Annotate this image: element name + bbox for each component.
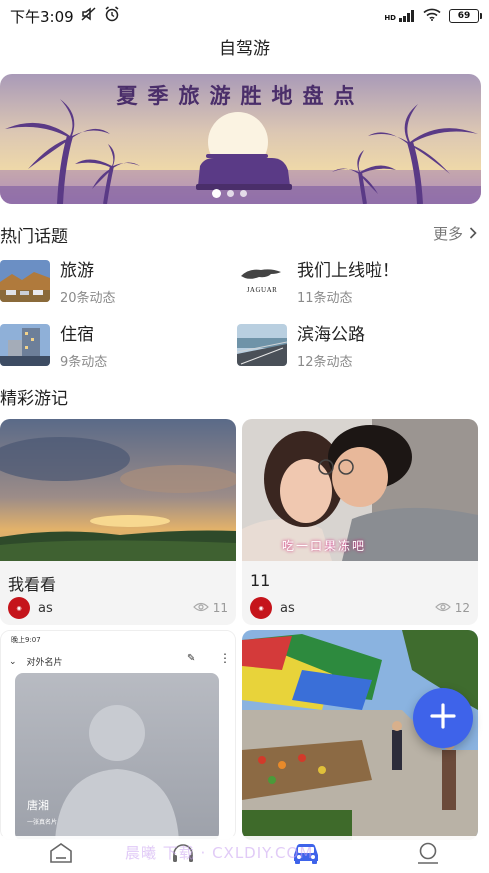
status-bar: 下午3:09 HD 69	[0, 0, 489, 32]
plus-icon	[428, 701, 458, 735]
carousel-dot[interactable]	[227, 190, 234, 197]
card-image-sunset	[0, 419, 236, 561]
jaguar-logo-text: JAGUAR	[246, 286, 278, 294]
image-caption: 吃一口果冻吧	[282, 539, 367, 553]
eye-icon	[434, 601, 451, 615]
signal-icon: HD	[384, 10, 415, 22]
banner-carousel[interactable]: 夏季旅游胜地盘点	[0, 74, 481, 204]
hot-topics-title: 热门话题	[0, 227, 68, 247]
eye-icon	[192, 601, 209, 615]
travelogue-card[interactable]: 晚上9:07 ⌄ 对外名片 ✎ ⋮ 唐湘 一张真名片	[0, 630, 236, 840]
travelogue-card[interactable]: 吃一口果冻吧 11 ◉ as 12	[242, 419, 478, 625]
topic-name: 我们上线啦！	[297, 261, 399, 281]
topic-count: 12条动态	[297, 355, 353, 370]
profile-icon	[415, 842, 441, 868]
topic-count: 20条动态	[60, 291, 116, 306]
card-title: 11	[250, 571, 271, 590]
profile-card: 唐湘 一张真名片	[15, 673, 219, 839]
more-label: 更多	[432, 225, 463, 243]
page-title: 自驾游	[219, 39, 270, 59]
chevron-right-icon	[469, 225, 477, 243]
topic-count: 11条动态	[297, 291, 353, 306]
mute-icon	[80, 6, 98, 26]
topic-thumbnail	[0, 324, 50, 366]
network-label: HD	[384, 14, 396, 22]
topic-name: 滨海公路	[297, 325, 365, 345]
chevron-down-icon: ⌄	[9, 656, 17, 667]
topic-item-launch[interactable]: JAGUAR 我们上线啦！ 11条动态	[237, 256, 399, 306]
topic-item-lodging[interactable]: 住宿 9条动态	[0, 320, 107, 370]
card-image-couple: 吃一口果冻吧	[242, 419, 478, 561]
avatar[interactable]: ◉	[250, 597, 272, 619]
travelogue-card[interactable]: 我看看 ◉ as 11	[0, 419, 236, 625]
view-count: 12	[434, 601, 470, 615]
nav-profile[interactable]	[367, 836, 489, 873]
topic-item-coastal-road[interactable]: 滨海公路 12条动态	[237, 320, 365, 370]
topic-thumbnail	[0, 260, 50, 302]
carousel-dot[interactable]	[240, 190, 247, 197]
topic-thumbnail	[237, 324, 287, 366]
profile-subtitle: 一张真名片	[27, 819, 58, 826]
topic-name: 住宿	[60, 325, 94, 345]
avatar[interactable]: ◉	[8, 597, 30, 619]
home-icon	[48, 842, 74, 868]
add-post-button[interactable]	[413, 688, 473, 748]
carousel-dot[interactable]	[212, 189, 221, 198]
banner-title: 夏季旅游胜地盘点	[116, 83, 365, 108]
nav-home[interactable]	[0, 836, 122, 873]
card-image-screenshot: 晚上9:07 ⌄ 对外名片 ✎ ⋮ 唐湘 一张真名片	[1, 631, 235, 839]
battery-icon: 69	[449, 9, 482, 23]
watermark: 晨曦 下载 · CXLDIY.COM	[125, 844, 314, 862]
more-vertical-icon: ⋮	[219, 651, 231, 665]
card-title: 我看看	[8, 575, 57, 594]
topic-name: 旅游	[60, 261, 94, 281]
travelogues-title: 精彩游记	[0, 389, 68, 409]
profile-name: 唐湘	[27, 799, 49, 812]
edit-icon: ✎	[187, 653, 196, 664]
view-count-value: 11	[212, 601, 228, 615]
app-screen: 下午3:09 HD 69 自驾游 夏季旅游胜地盘点 热门话题 更多 旅游 20条…	[0, 0, 489, 873]
status-time: 下午3:09	[10, 7, 74, 26]
screenshot-time: 晚上9:07	[11, 636, 41, 644]
screenshot-header-title: 对外名片	[26, 658, 63, 668]
author-name: as	[280, 600, 295, 616]
topic-item-travel[interactable]: 旅游 20条动态	[0, 256, 116, 306]
view-count-value: 12	[454, 601, 470, 615]
person-silhouette-icon	[55, 705, 179, 839]
topic-count: 9条动态	[60, 355, 108, 370]
wifi-icon	[423, 8, 441, 25]
more-topics-link[interactable]: 更多	[433, 223, 477, 244]
author-name: as	[38, 600, 53, 616]
alarm-icon	[104, 6, 120, 26]
screenshot-header: ⌄ 对外名片	[9, 655, 63, 669]
jaguar-logo: JAGUAR	[237, 260, 287, 302]
carousel-indicator	[212, 189, 247, 198]
view-count: 11	[192, 601, 228, 615]
